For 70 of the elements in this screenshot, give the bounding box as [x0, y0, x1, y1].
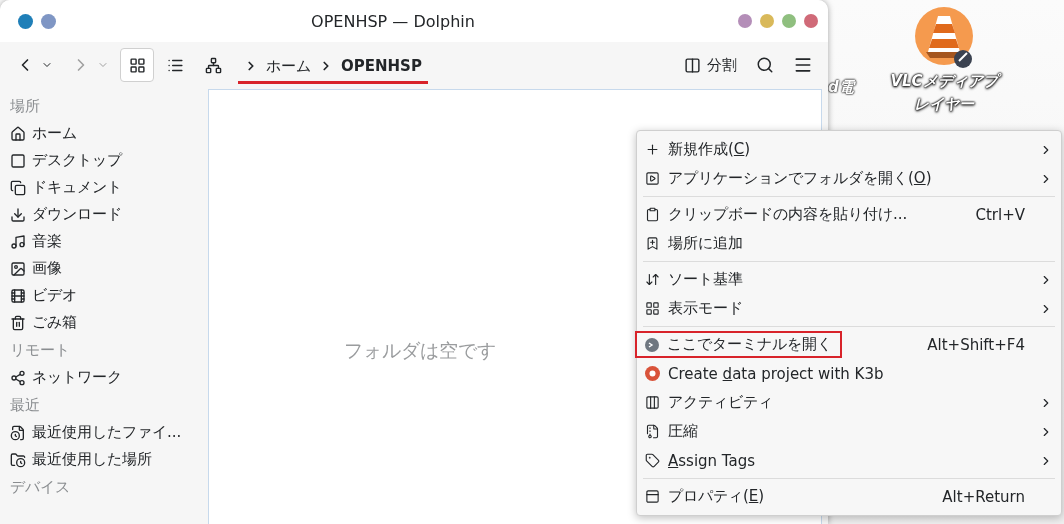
sidebar-item[interactable]: ダウンロード [10, 201, 204, 228]
menu-item[interactable]: Create data project with K3b [637, 359, 1061, 388]
breadcrumb-bar[interactable]: ホーム OPENHSP [238, 52, 428, 84]
sidebar-item[interactable]: 画像 [10, 255, 204, 282]
menu-item[interactable]: ここでターミナルを開く Alt+Shift+F4 [637, 330, 1061, 359]
tag-icon [645, 453, 660, 468]
section-header: デバイス [10, 476, 71, 498]
split-button[interactable]: 分割 [677, 48, 744, 82]
clipboard-icon [645, 207, 660, 222]
menu-item[interactable]: アクティビティ [637, 388, 1061, 417]
grid-view-icon [128, 56, 146, 74]
sidebar-item[interactable]: ビデオ [10, 282, 204, 309]
sort-icon [645, 272, 660, 287]
sidebar-item[interactable]: デスクトップ [10, 147, 204, 174]
properties-icon [645, 489, 660, 504]
network-icon [10, 369, 26, 386]
window-title: OPENHSP — Dolphin [310, 11, 476, 31]
shortcut-text: Ctrl+V [975, 205, 1025, 224]
grid-view-button[interactable] [120, 48, 154, 82]
activities-icon [645, 395, 660, 410]
download-icon [10, 206, 26, 223]
archive-icon [645, 424, 660, 439]
tree-view-icon [204, 56, 222, 74]
home-icon [10, 125, 26, 142]
music-note-icon [10, 233, 26, 250]
film-icon [10, 287, 26, 304]
window-button[interactable] [738, 14, 752, 28]
window-button[interactable] [804, 14, 818, 28]
breadcrumb-item[interactable]: ホーム [266, 56, 311, 76]
play-square-icon [645, 171, 660, 186]
window-button[interactable] [760, 14, 774, 28]
folder-clock-icon [10, 451, 26, 468]
app-icon [18, 13, 33, 29]
sidebar-item[interactable]: ドキュメント [10, 174, 204, 201]
split-view-icon [684, 56, 701, 74]
documents-icon [10, 179, 26, 196]
breadcrumb-item[interactable]: OPENHSP [341, 57, 422, 75]
menu-icon [793, 55, 813, 75]
section-header: 場所 [10, 95, 41, 117]
section-header: 最近 [10, 394, 41, 416]
menu-item[interactable]: Assign Tags [637, 446, 1061, 475]
trash-icon [10, 314, 26, 331]
bookmark-plus-icon [645, 236, 660, 251]
menu-item[interactable]: ソート基準 [637, 265, 1061, 294]
disc-icon [645, 366, 660, 381]
sidebar-item[interactable]: 最近使用した場所 [10, 446, 204, 473]
section-header: リモート [10, 339, 71, 361]
menu-item[interactable]: クリップボードの内容を貼り付け... Ctrl+V [637, 200, 1061, 229]
sidebar-item[interactable]: 音楽 [10, 228, 204, 255]
terminal-icon [645, 337, 659, 352]
search-icon [756, 56, 774, 74]
menu-item[interactable]: 場所に追加 [637, 229, 1061, 258]
menu-item[interactable]: アプリケーションでフォルダを開く(O) [637, 164, 1061, 193]
grid-icon [645, 301, 660, 316]
sidebar-item[interactable]: 最近使用したファイ... [10, 419, 204, 446]
menu-item[interactable]: 新規作成(C) [637, 135, 1061, 164]
sidebar-item[interactable]: ネットワーク [10, 364, 204, 391]
menu-item[interactable]: 表示モード [637, 294, 1061, 323]
menu-item[interactable]: 圧縮 [637, 417, 1061, 446]
plus-icon [645, 142, 660, 157]
traffic-cone-icon[interactable] [914, 6, 974, 70]
image-icon [10, 260, 26, 277]
sidebar-item[interactable]: ごみ箱 [10, 309, 204, 336]
menu-item[interactable]: プロパティ(E) Alt+Return [637, 482, 1061, 511]
window-button[interactable] [782, 14, 796, 28]
shortcut-text: Alt+Return [942, 487, 1025, 506]
sidebar-item[interactable]: ホーム [10, 120, 204, 147]
shortcut-text: Alt+Shift+F4 [927, 335, 1025, 354]
file-clock-icon [10, 424, 26, 441]
empty-folder-text: フォルダは空です [344, 338, 496, 363]
